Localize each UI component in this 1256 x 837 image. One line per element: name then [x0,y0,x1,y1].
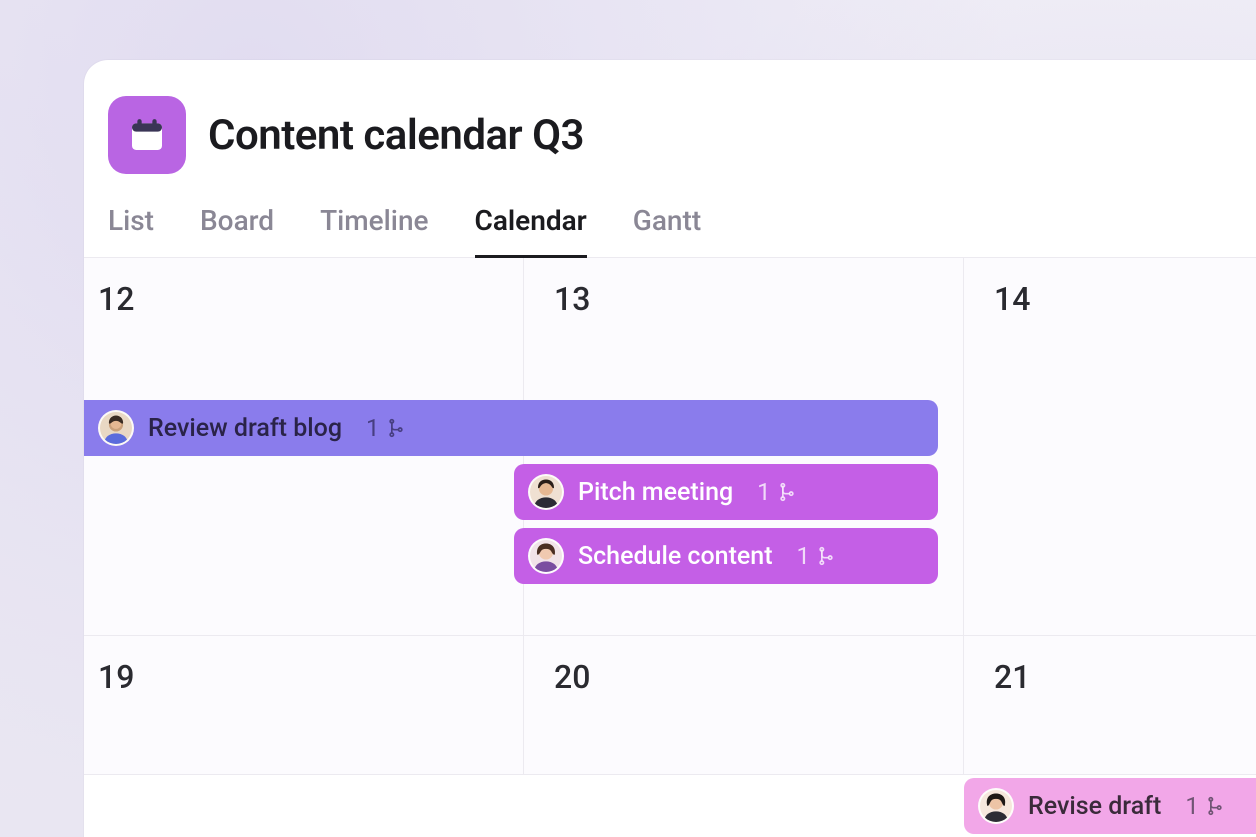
subtask-badge: 1 [797,542,837,570]
event-title: Schedule content [578,542,773,571]
avatar [528,474,564,510]
calendar-cell[interactable]: 20 [524,636,964,775]
day-number: 12 [98,280,134,318]
event-review-draft-blog[interactable]: Review draft blog 1 [84,400,938,456]
subtask-badge: 1 [1185,792,1225,820]
project-panel: Content calendar Q3 List Board Timeline … [84,60,1256,837]
event-revise-draft[interactable]: Revise draft 1 [964,778,1256,834]
avatar [528,538,564,574]
project-title: Content calendar Q3 [208,111,584,160]
event-schedule-content[interactable]: Schedule content 1 [514,528,938,584]
subtask-count: 1 [1185,792,1199,820]
event-title: Review draft blog [148,414,342,443]
subtask-count: 1 [757,478,771,506]
subtask-count: 1 [797,542,811,570]
subtask-icon [386,418,406,438]
view-tabs: List Board Timeline Calendar Gantt [84,174,1256,258]
day-number: 13 [554,280,590,318]
calendar-cell[interactable]: 14 [964,258,1256,636]
subtask-badge: 1 [757,478,797,506]
avatar [98,410,134,446]
calendar-cell[interactable]: 19 [84,636,524,775]
tab-timeline[interactable]: Timeline [320,204,428,258]
subtask-badge: 1 [366,414,406,442]
day-number: 21 [994,658,1030,696]
subtask-icon [1205,796,1225,816]
event-pitch-meeting[interactable]: Pitch meeting 1 [514,464,938,520]
tab-board[interactable]: Board [200,204,274,258]
event-title: Pitch meeting [578,478,733,507]
subtask-icon [777,482,797,502]
calendar-cell[interactable]: 21 [964,636,1256,775]
avatar [978,788,1014,824]
subtask-count: 1 [366,414,380,442]
day-number: 19 [98,658,134,696]
project-header: Content calendar Q3 [84,60,1256,174]
calendar-icon [127,115,167,155]
subtask-icon [816,546,836,566]
day-number: 14 [994,280,1030,318]
tab-list[interactable]: List [108,204,154,258]
day-number: 20 [554,658,590,696]
tab-gantt[interactable]: Gantt [633,204,701,258]
tab-calendar[interactable]: Calendar [475,204,587,258]
project-calendar-icon [108,96,186,174]
event-title: Revise draft [1028,792,1161,821]
